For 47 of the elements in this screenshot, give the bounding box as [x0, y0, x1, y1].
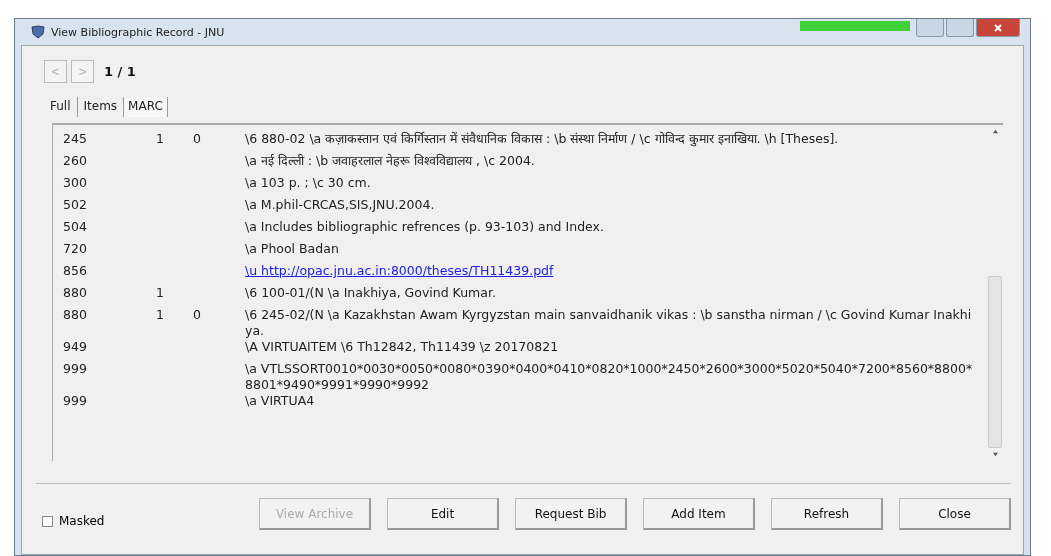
field-data: \6 880-02 \a कज़ाकस्तान एवं किर्गिस्तान में संवैधानिक विकास : \b संस्था निर्माण / \c गोविन्द कुमार इनाखिया. \h [Theses].: [245, 131, 840, 147]
marc-tag: 999: [53, 393, 156, 408]
field-data: \a Includes bibliographic refrences (p. 93-103) and Index.: [245, 219, 605, 235]
indicator: 0: [193, 131, 201, 146]
dialog-button[interactable]: Edit: [387, 498, 499, 530]
marc-tag: 260: [53, 153, 156, 168]
marc-tag: 245: [53, 131, 156, 146]
field-data: \a नई दिल्ली : \b जवाहरलाल नेहरू विश्वविद्यालय , \c 2004.: [245, 153, 536, 169]
scroll-down-icon[interactable]: [991, 452, 999, 457]
dialog-button[interactable]: Request Bib: [515, 498, 627, 530]
marc-tag: 300: [53, 175, 156, 190]
close-icon: [993, 22, 1003, 33]
field-data: \6 100-01/(N \a Inakhiya, Govind Kumar.: [245, 285, 497, 301]
tab[interactable]: MARC: [123, 97, 168, 117]
close-button[interactable]: [976, 19, 1020, 37]
marc-tag: 720: [53, 241, 156, 256]
indicator: 0: [193, 307, 201, 322]
marc-tag: 880: [53, 307, 156, 322]
marc-tag: 856: [53, 263, 156, 278]
checkbox-label: Masked: [59, 514, 105, 528]
field-data: \6 245-02/(N \a Kazakhstan Awam Kyrgyzstan main sanvaidhanik vikas : \b sanstha nirman / \c Govind Kumar Inakhiya.: [245, 307, 973, 339]
field-data: \A VIRTUAITEM \6 Th12842, Th11439 \z 20170821: [245, 339, 560, 355]
shield-icon: [31, 25, 45, 39]
window-title: View Bibliographic Record - JNU: [51, 25, 225, 39]
scroll-up-icon[interactable]: [991, 129, 999, 134]
marc-tag: 949: [53, 339, 156, 354]
record-position: 1 / 1: [104, 64, 136, 79]
url-link[interactable]: \u http://opac.jnu.ac.in:8000/theses/TH11439.pdf: [245, 263, 554, 278]
indicator: 1: [156, 285, 164, 300]
field-data: \a VIRTUA4: [245, 393, 316, 409]
maximize-button[interactable]: [946, 19, 974, 37]
dialog-button[interactable]: Refresh: [771, 498, 883, 530]
dialog-button[interactable]: Add Item: [643, 498, 755, 530]
marc-tag: 880: [53, 285, 156, 300]
marc-tag: 504: [53, 219, 156, 234]
tab[interactable]: Full: [44, 97, 77, 117]
field-data: \a 103 p. ; \c 30 cm.: [245, 175, 372, 191]
indicator: 1: [156, 131, 164, 146]
checkbox[interactable]: [42, 515, 53, 527]
indicator: 1: [156, 307, 164, 322]
marc-tag: 502: [53, 197, 156, 212]
field-data: \a M.phil-CRCAS,SIS,JNU.2004.: [245, 197, 436, 213]
field-data: \a Phool Badan: [245, 241, 340, 257]
minimize-button[interactable]: [916, 19, 944, 37]
marc-tag: 999: [53, 361, 156, 376]
dialog-button[interactable]: Close: [899, 498, 1011, 530]
field-data: \a VTLSSORT0010*0030*0050*0080*0390*0400*0410*0820*1000*2450*2600*3000*5020*5040*7200*8560*8800*8801*9490*9991*9990*9992: [245, 361, 974, 393]
